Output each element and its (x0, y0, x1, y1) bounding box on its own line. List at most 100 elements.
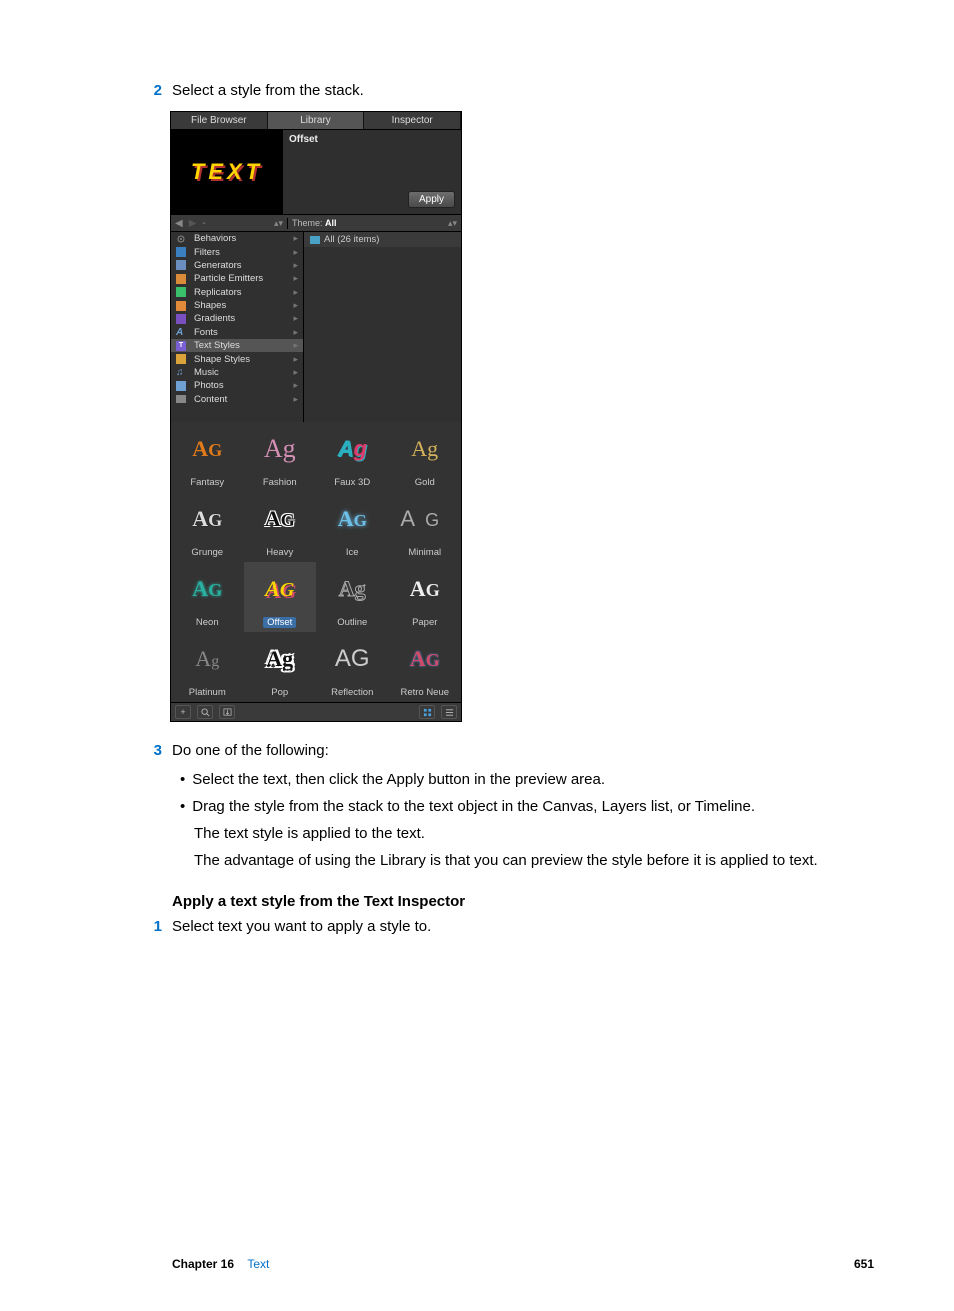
bullet-2: Drag the style from the stack to the tex… (194, 796, 894, 817)
chevron-right-icon: ▸ (293, 273, 298, 284)
category-music[interactable]: ♫Music▸ (171, 366, 303, 379)
chevron-right-icon: ▸ (293, 394, 298, 405)
style-tile-fantasy[interactable]: AGFantasy (171, 422, 244, 492)
result-line: The text style is applied to the text. (194, 823, 894, 844)
step-number: 2 (140, 82, 162, 99)
style-label: Retro Neue (400, 687, 449, 698)
style-label: Ice (346, 547, 359, 558)
style-preview: AG (192, 562, 222, 615)
category-shape-styles[interactable]: Shape Styles▸ (171, 352, 303, 365)
category-photos[interactable]: Photos▸ (171, 379, 303, 392)
bullet-1: Select the text, then click the Apply bu… (194, 769, 894, 790)
style-preview: AG (410, 632, 440, 685)
category-replicators[interactable]: Replicators▸ (171, 286, 303, 299)
step-1-inspector: 1 Select text you want to apply a style … (140, 916, 894, 937)
style-preview: AG (410, 562, 440, 615)
filter-bar: ◀ ▶ - ▴▾ Theme: All ▴▾ (171, 215, 461, 232)
results-header[interactable]: All (26 items) (304, 232, 461, 247)
advantage-line: The advantage of using the Library is th… (194, 850, 894, 871)
style-preview: Ag (338, 422, 367, 475)
style-tile-paper[interactable]: AG Paper (389, 562, 462, 632)
category-behaviors[interactable]: Behaviors▸ (171, 232, 303, 245)
theme-selector[interactable]: Theme: All ▴▾ (287, 218, 461, 229)
style-label: Faux 3D (334, 477, 370, 488)
nav-forward-icon[interactable]: ▶ (189, 218, 197, 229)
add-icon[interactable]: + (175, 705, 191, 719)
style-tile-faux-3d[interactable]: Ag Faux 3D (316, 422, 389, 492)
page-footer: Chapter 16 Text 651 (172, 1257, 874, 1271)
style-label: Gold (415, 477, 435, 488)
style-tile-grunge[interactable]: AGGrunge (171, 492, 244, 562)
page-number: 651 (854, 1257, 874, 1271)
chapter-link[interactable]: Text (247, 1257, 269, 1271)
grid-view-icon[interactable] (419, 705, 435, 719)
style-tile-neon[interactable]: AGNeon (171, 562, 244, 632)
chevron-right-icon: ▸ (293, 313, 298, 324)
search-icon[interactable] (197, 705, 213, 719)
style-label: Platinum (189, 687, 226, 698)
chevron-right-icon: ▸ (293, 247, 298, 258)
style-label: Pop (271, 687, 288, 698)
chevron-right-icon: ▸ (293, 300, 298, 311)
style-preview: AG (265, 562, 294, 615)
style-tile-gold[interactable]: AgGold (389, 422, 462, 492)
tab-file-browser[interactable]: File Browser (171, 112, 268, 129)
browser-columns: Behaviors▸Filters▸Generators▸Particle Em… (171, 232, 461, 422)
category-shapes[interactable]: Shapes▸ (171, 299, 303, 312)
tab-inspector[interactable]: Inspector (364, 112, 461, 129)
nav-back-icon[interactable]: ◀ (175, 218, 183, 229)
style-tile-heavy[interactable]: AGHeavy (244, 492, 317, 562)
category-gradients[interactable]: Gradients▸ (171, 312, 303, 325)
style-preview: Ag (195, 632, 219, 685)
nav-controls: ◀ ▶ - ▴▾ (171, 218, 287, 229)
updown-icon: ▴▾ (448, 218, 457, 229)
category-contents: All (26 items) (304, 232, 461, 422)
category-fonts[interactable]: AFonts▸ (171, 326, 303, 339)
style-preview: Ag (266, 632, 293, 685)
category-particle-emitters[interactable]: Particle Emitters▸ (171, 272, 303, 285)
style-label: Offset (263, 617, 296, 628)
preview-thumbnail: TEXT (171, 130, 283, 214)
category-content[interactable]: Content▸ (171, 393, 303, 406)
style-label: Outline (337, 617, 367, 628)
list-view-icon[interactable] (441, 705, 457, 719)
style-preview: AG (338, 492, 367, 545)
chevron-right-icon: ▸ (293, 380, 298, 391)
chevron-right-icon: ▸ (293, 354, 298, 365)
folder-icon (310, 236, 320, 244)
nav-path[interactable]: - (202, 218, 205, 229)
updown-icon[interactable]: ▴▾ (274, 218, 283, 229)
style-preview: AG (335, 632, 370, 685)
category-text-styles[interactable]: TText Styles▸ (171, 339, 303, 352)
style-tile-platinum[interactable]: Ag Platinum (171, 632, 244, 702)
category-generators[interactable]: Generators▸ (171, 259, 303, 272)
style-preview: AG (192, 492, 222, 545)
style-tile-reflection[interactable]: AG Reflection (316, 632, 389, 702)
style-label: Reflection (331, 687, 373, 698)
apply-button[interactable]: Apply (408, 191, 455, 208)
section-heading: Apply a text style from the Text Inspect… (172, 893, 894, 910)
style-label: Fashion (263, 477, 297, 488)
chevron-right-icon: ▸ (293, 327, 298, 338)
tab-library[interactable]: Library (268, 112, 365, 129)
step-text: Select a style from the stack. (172, 80, 364, 101)
step-number: 1 (140, 918, 162, 935)
preview-title: Offset (289, 134, 455, 145)
style-tile-outline[interactable]: AgOutline (316, 562, 389, 632)
bookmark-icon[interactable] (219, 705, 235, 719)
style-label: Minimal (408, 547, 441, 558)
chevron-right-icon: ▸ (293, 367, 298, 378)
style-preview: AG (265, 492, 295, 545)
preview-row: TEXT Offset Apply (171, 130, 461, 215)
style-tile-fashion[interactable]: AgFashion (244, 422, 317, 492)
style-tile-offset[interactable]: AG Offset (244, 562, 317, 632)
category-filters[interactable]: Filters▸ (171, 245, 303, 258)
style-tile-minimal[interactable]: AGMinimal (389, 492, 462, 562)
style-tile-pop[interactable]: Ag Pop (244, 632, 317, 702)
style-tile-retro-neue[interactable]: AG Retro Neue (389, 632, 462, 702)
preview-meta: Offset Apply (283, 130, 461, 214)
style-tile-ice[interactable]: AG Ice (316, 492, 389, 562)
style-label: Fantasy (190, 477, 224, 488)
style-label: Paper (412, 617, 437, 628)
panel-tabs: File Browser Library Inspector (171, 112, 461, 130)
